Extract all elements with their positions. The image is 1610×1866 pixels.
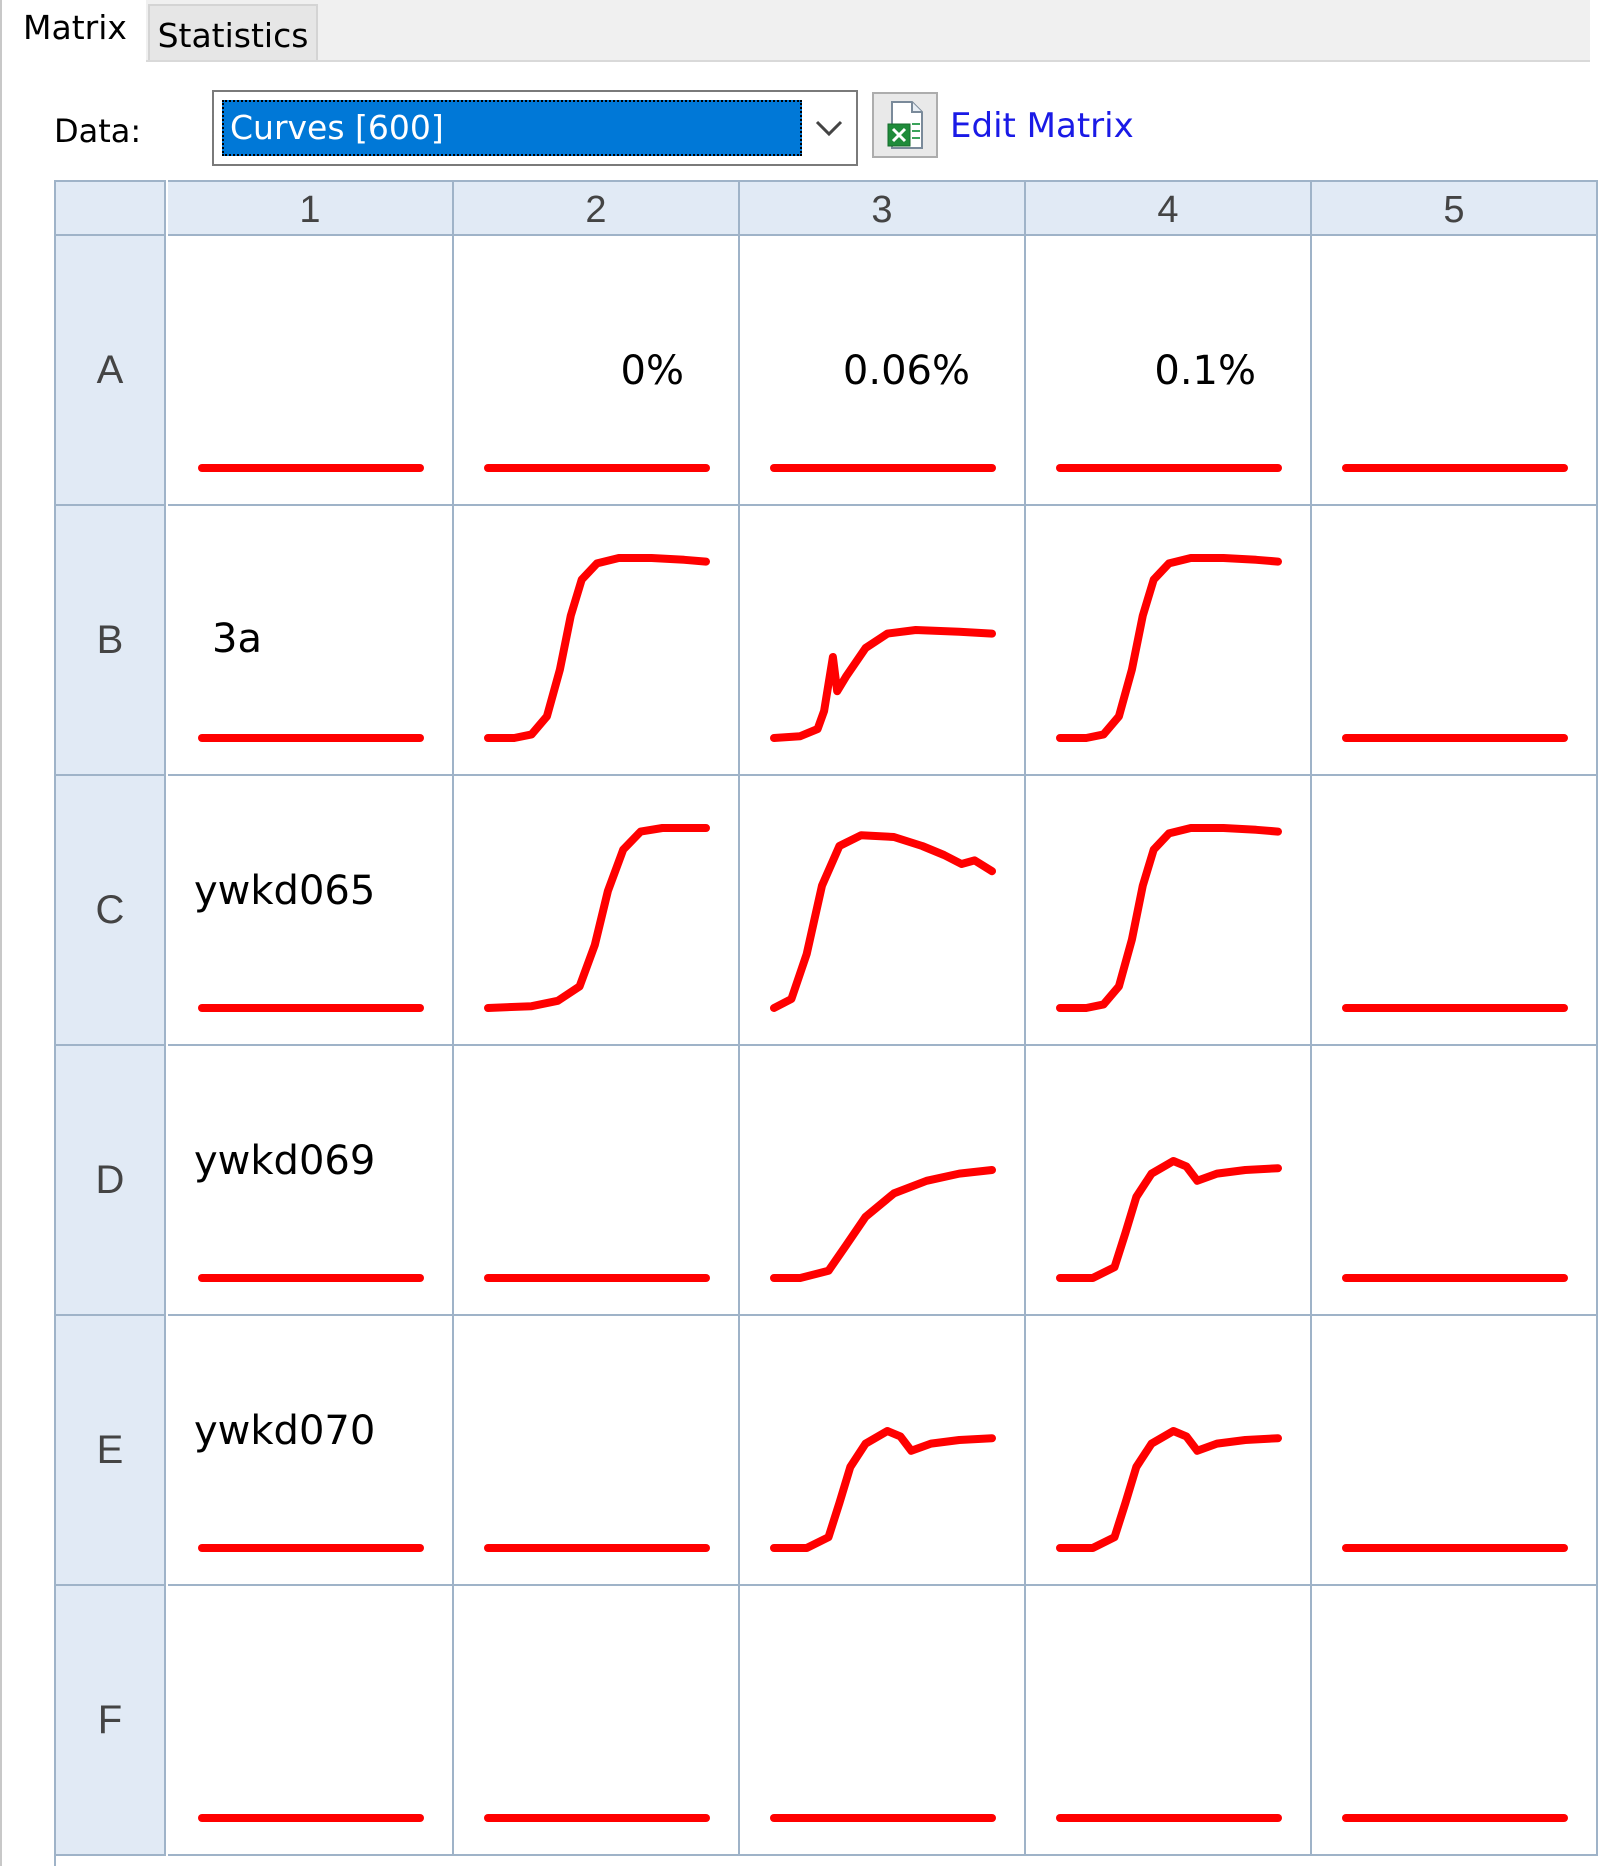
growth-curve [198, 1814, 424, 1822]
row-header-F[interactable]: F [56, 1586, 166, 1856]
well-F1[interactable] [168, 1586, 454, 1856]
growth-curve [484, 464, 710, 472]
row-header-E[interactable]: E [56, 1316, 166, 1586]
well-C5[interactable] [1312, 776, 1598, 1046]
growth-curve [1056, 554, 1282, 742]
growth-curve-line [770, 626, 996, 742]
well-B2[interactable] [454, 506, 740, 776]
growth-curve [484, 824, 710, 1012]
edit-matrix-button[interactable] [872, 92, 938, 158]
growth-curve [1342, 1814, 1568, 1822]
edit-matrix-link[interactable]: Edit Matrix [950, 106, 1134, 146]
well-A3[interactable]: 0.06% [740, 236, 1026, 506]
growth-curve-line [1056, 824, 1282, 1012]
growth-curve [1342, 464, 1568, 472]
well-label: 0.06% [842, 348, 970, 394]
excel-icon [887, 101, 923, 149]
well-B3[interactable] [740, 506, 1026, 776]
growth-curve [484, 1544, 710, 1552]
growth-curve-line [770, 1166, 996, 1282]
well-E5[interactable] [1312, 1316, 1598, 1586]
growth-curve [770, 1814, 996, 1822]
well-label: 0.1% [1154, 348, 1256, 394]
well-A1[interactable] [168, 236, 454, 506]
well-E4[interactable] [1026, 1316, 1312, 1586]
well-label: ywkd065 [194, 868, 376, 914]
row-header-D[interactable]: D [56, 1046, 166, 1316]
growth-curve [198, 734, 424, 742]
well-D5[interactable] [1312, 1046, 1598, 1316]
growth-curve-line [484, 554, 710, 742]
tab-statistics[interactable]: Statistics [148, 4, 318, 60]
growth-curve-line [770, 1427, 996, 1552]
well-C1[interactable]: ywkd065 [168, 776, 454, 1046]
column-header-4[interactable]: 4 [1026, 180, 1312, 236]
tab-bar: Matrix Statistics [4, 0, 1590, 62]
well-B5[interactable] [1312, 506, 1598, 776]
well-label: 3a [212, 616, 262, 662]
well-D1[interactable]: ywkd069 [168, 1046, 454, 1316]
well-B1[interactable]: 3a [168, 506, 454, 776]
growth-curve [770, 626, 996, 742]
well-label: 0% [620, 348, 684, 394]
growth-curve [770, 1427, 996, 1552]
well-F3[interactable] [740, 1586, 1026, 1856]
well-E1[interactable]: ywkd070 [168, 1316, 454, 1586]
well-A4[interactable]: 0.1% [1026, 236, 1312, 506]
well-F5[interactable] [1312, 1586, 1598, 1856]
well-A2[interactable]: 0% [454, 236, 740, 506]
well-C3[interactable] [740, 776, 1026, 1046]
growth-curve-line [1056, 554, 1282, 742]
data-select-value: Curves [600] [222, 100, 802, 156]
tab-matrix[interactable]: Matrix [4, 0, 146, 62]
growth-curve [1342, 1004, 1568, 1012]
growth-curve [1342, 1274, 1568, 1282]
growth-curve [484, 554, 710, 742]
well-B4[interactable] [1026, 506, 1312, 776]
matrix-panel: Matrix Statistics Data: Curves [600] Edi… [0, 0, 1598, 1866]
growth-curve [1342, 1544, 1568, 1552]
well-label: ywkd070 [194, 1408, 376, 1454]
well-E3[interactable] [740, 1316, 1026, 1586]
well-D3[interactable] [740, 1046, 1026, 1316]
well-A5[interactable] [1312, 236, 1598, 506]
well-C4[interactable] [1026, 776, 1312, 1046]
column-header-5[interactable]: 5 [1312, 180, 1598, 236]
growth-curve [770, 831, 996, 1012]
grid-corner [56, 180, 166, 236]
well-label: ywkd069 [194, 1138, 376, 1184]
row-header-C[interactable]: C [56, 776, 166, 1046]
chevron-down-icon [815, 120, 843, 137]
well-E2[interactable] [454, 1316, 740, 1586]
growth-curve [1056, 1157, 1282, 1282]
row-header-A[interactable]: A [56, 236, 166, 506]
well-F2[interactable] [454, 1586, 740, 1856]
growth-curve [1342, 734, 1568, 742]
well-D2[interactable] [454, 1046, 740, 1316]
well-F4[interactable] [1026, 1586, 1312, 1856]
well-C2[interactable] [454, 776, 740, 1046]
growth-curve-line [1056, 1427, 1282, 1552]
growth-curve [770, 1166, 996, 1282]
well-D4[interactable] [1026, 1046, 1312, 1316]
growth-curve-line [770, 831, 996, 1012]
column-header-2[interactable]: 2 [454, 180, 740, 236]
growth-curve [1056, 824, 1282, 1012]
growth-curve [1056, 1814, 1282, 1822]
data-label: Data: [54, 112, 142, 150]
growth-curve [484, 1274, 710, 1282]
column-header-3[interactable]: 3 [740, 180, 1026, 236]
column-header-1[interactable]: 1 [168, 180, 454, 236]
growth-curve-line [484, 824, 710, 1012]
growth-curve [1056, 1427, 1282, 1552]
growth-curve [198, 464, 424, 472]
data-select[interactable]: Curves [600] [212, 90, 858, 166]
growth-curve [484, 1814, 710, 1822]
growth-curve-line [1056, 1157, 1282, 1282]
matrix-grid: 1 2 3 4 5 A 0% 0.06% 0.1% B 3a Cywkd065 Dywkd069 Eywk… [54, 180, 1598, 1866]
row-header-B[interactable]: B [56, 506, 166, 776]
